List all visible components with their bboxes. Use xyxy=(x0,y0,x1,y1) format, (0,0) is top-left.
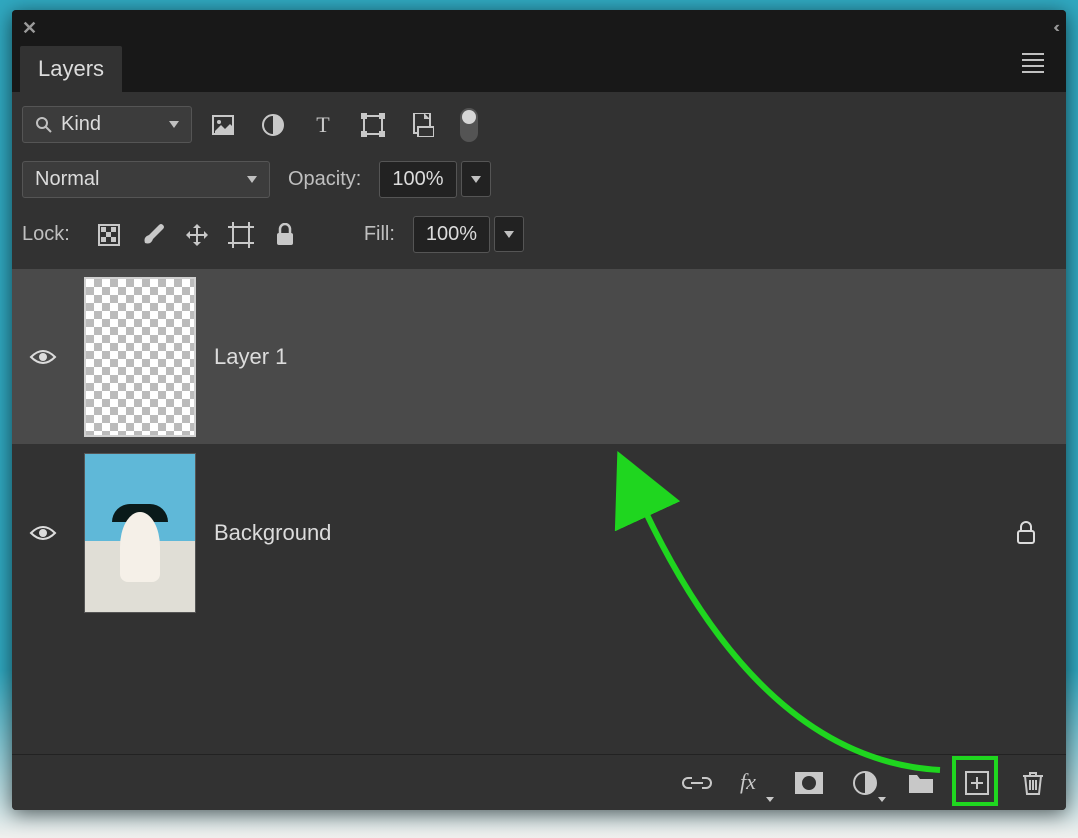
fill-flyout-button[interactable] xyxy=(494,216,524,252)
layer-lock-indicator[interactable] xyxy=(1016,521,1036,545)
collapse-chevrons-icon[interactable]: ‹‹ xyxy=(1053,19,1056,37)
opacity-flyout-button[interactable] xyxy=(461,161,491,197)
chevron-down-icon xyxy=(169,121,179,128)
eye-icon xyxy=(29,523,57,543)
lock-position-icon[interactable] xyxy=(184,222,210,248)
filter-type-text-icon[interactable]: T xyxy=(310,112,336,138)
layer-thumbnail[interactable] xyxy=(84,453,196,613)
visibility-toggle[interactable] xyxy=(20,347,66,367)
new-layer-button[interactable] xyxy=(962,768,992,798)
panel-controls: Kind T xyxy=(12,92,1066,269)
visibility-toggle[interactable] xyxy=(20,523,66,543)
svg-text:T: T xyxy=(316,114,330,136)
fill-label[interactable]: Fill: xyxy=(364,223,395,246)
plus-square-icon xyxy=(965,771,989,795)
layer-mask-button[interactable] xyxy=(794,768,824,798)
delete-layer-button[interactable] xyxy=(1018,768,1048,798)
layer-thumbnail[interactable] xyxy=(84,277,196,437)
search-icon xyxy=(35,116,53,134)
trash-icon xyxy=(1021,770,1045,796)
filter-shape-icon[interactable] xyxy=(360,112,386,138)
lock-artboard-icon[interactable] xyxy=(228,222,254,248)
filter-type-dropdown[interactable]: Kind xyxy=(22,106,192,143)
folder-icon xyxy=(907,771,935,795)
panel-titlebar: ✕ ‹‹ xyxy=(12,10,1066,46)
blend-mode-dropdown[interactable]: Normal xyxy=(22,161,270,198)
lock-all-icon[interactable] xyxy=(272,222,298,248)
fill-input[interactable]: 100% xyxy=(413,216,490,253)
eye-icon xyxy=(29,347,57,367)
layers-bottom-bar: fx xyxy=(12,754,1066,810)
filter-icon-row: T xyxy=(210,108,478,142)
opacity-label[interactable]: Opacity: xyxy=(288,168,361,191)
filter-adjustment-icon[interactable] xyxy=(260,112,286,138)
lock-label: Lock: xyxy=(22,223,70,246)
layers-panel: ✕ ‹‹ Layers Kind T xyxy=(12,10,1066,810)
panel-menu-button[interactable] xyxy=(1022,49,1058,92)
close-icon[interactable]: ✕ xyxy=(22,18,37,39)
blend-mode-label: Normal xyxy=(35,168,99,191)
lock-icon xyxy=(1016,521,1036,545)
adjustment-icon xyxy=(853,771,877,795)
filter-toggle[interactable] xyxy=(460,108,478,142)
filter-type-label: Kind xyxy=(61,113,101,136)
lock-transparent-icon[interactable] xyxy=(96,222,122,248)
tab-layers[interactable]: Layers xyxy=(20,46,122,92)
chevron-down-icon xyxy=(471,176,481,183)
layer-name[interactable]: Layer 1 xyxy=(214,344,1056,370)
layer-row[interactable]: Layer 1 xyxy=(12,269,1066,444)
group-button[interactable] xyxy=(906,768,936,798)
panel-tabs: Layers xyxy=(12,46,1066,92)
layers-list: Layer 1 Background xyxy=(12,269,1066,754)
filter-pixel-icon[interactable] xyxy=(210,112,236,138)
filter-smartobject-icon[interactable] xyxy=(410,112,436,138)
hamburger-icon xyxy=(1022,49,1044,77)
layer-effects-button[interactable]: fx xyxy=(738,768,768,798)
adjustment-layer-button[interactable] xyxy=(850,768,880,798)
lock-pixels-brush-icon[interactable] xyxy=(140,222,166,248)
layer-row[interactable]: Background xyxy=(12,444,1066,622)
opacity-input[interactable]: 100% xyxy=(379,161,456,198)
link-icon xyxy=(682,774,712,792)
svg-text:fx: fx xyxy=(740,771,756,794)
fx-icon: fx xyxy=(740,771,766,795)
chevron-down-icon xyxy=(247,176,257,183)
mask-icon xyxy=(794,771,824,795)
link-layers-button[interactable] xyxy=(682,768,712,798)
chevron-down-icon xyxy=(504,231,514,238)
layer-name[interactable]: Background xyxy=(214,520,998,546)
